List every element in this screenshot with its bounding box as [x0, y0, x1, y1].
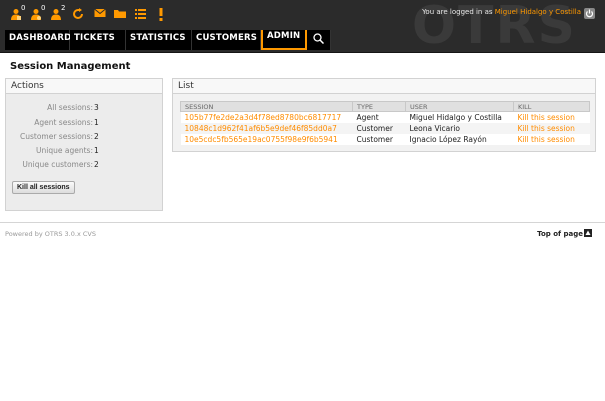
- session-user: Ignacio López Rayón: [405, 133, 514, 145]
- watched-count: 0: [41, 4, 46, 12]
- stat-value: 2: [94, 132, 99, 141]
- nav-customers[interactable]: CUSTOMERS: [192, 30, 261, 50]
- stat-label: All sessions:: [47, 103, 93, 112]
- stat-customer-sessions: Customer sessions: 2: [6, 132, 164, 142]
- stat-label: Unique agents:: [36, 146, 93, 155]
- stat-label: Agent sessions:: [34, 118, 93, 127]
- list-panel-title: List: [173, 79, 595, 94]
- logged-in-user-link[interactable]: Miguel Hidalgo y Costilla: [495, 8, 581, 16]
- mail-icon[interactable]: [92, 5, 110, 25]
- login-prefix: You are logged in as: [422, 8, 493, 16]
- folder-icon[interactable]: [112, 5, 130, 25]
- page-title: Session Management: [10, 61, 131, 72]
- top-of-page-link[interactable]: Top of page: [537, 230, 583, 238]
- stat-label: Customer sessions:: [19, 132, 93, 141]
- locked-tickets-icon[interactable]: 0: [8, 4, 26, 25]
- logout-button[interactable]: [584, 8, 595, 19]
- actions-panel: Actions All sessions: 3 Agent sessions: …: [5, 78, 163, 211]
- table-header-row: SESSION TYPE USER KILL: [180, 101, 590, 112]
- session-type: Customer: [352, 133, 406, 145]
- table-row: 10e5cdc5fb565e19ac0755f98e9f6b5941 Custo…: [180, 133, 590, 145]
- session-user: Miguel Hidalgo y Costilla: [405, 111, 514, 123]
- session-table: SESSION TYPE USER KILL 105b77fe2de2a3d4f…: [180, 101, 590, 145]
- table-row: 10848c1d962f41af6b5e9def46f85dd0a7 Custo…: [180, 122, 590, 134]
- main-navigation: DASHBOARD TICKETS STATISTICS CUSTOMERS A…: [5, 30, 331, 50]
- column-header-type[interactable]: TYPE: [352, 101, 406, 112]
- column-header-kill[interactable]: KILL: [513, 101, 590, 112]
- power-icon: [585, 9, 594, 18]
- stat-value: 3: [94, 103, 99, 112]
- kill-session-link[interactable]: Kill this session: [518, 135, 575, 144]
- column-header-session[interactable]: SESSION: [180, 101, 353, 112]
- kill-session-link[interactable]: Kill this session: [518, 124, 575, 133]
- stat-label: Unique customers:: [22, 160, 93, 169]
- footer-divider: [0, 222, 605, 223]
- nav-tickets[interactable]: TICKETS: [70, 30, 126, 50]
- session-list-panel: List SESSION TYPE USER KILL 105b77fe2de2…: [172, 78, 596, 152]
- stat-value: 1: [94, 146, 99, 155]
- stat-unique-customers: Unique customers: 2: [6, 160, 164, 170]
- session-type: Agent: [352, 111, 406, 123]
- locked-count: 0: [21, 4, 26, 12]
- nav-admin[interactable]: ADMIN: [261, 30, 307, 50]
- session-type: Customer: [352, 122, 406, 134]
- column-header-user[interactable]: USER: [405, 101, 514, 112]
- actions-panel-title: Actions: [6, 79, 162, 94]
- session-user: Leona Vicario: [405, 122, 514, 134]
- nav-dashboard[interactable]: DASHBOARD: [5, 30, 71, 50]
- list-icon[interactable]: [133, 5, 151, 25]
- powered-by-text: Powered by OTRS 3.0.x CVS: [5, 230, 96, 238]
- responsible-tickets-icon[interactable]: 2: [48, 4, 66, 25]
- stat-value: 1: [94, 118, 99, 127]
- nav-search[interactable]: [307, 30, 331, 50]
- session-id-link[interactable]: 105b77fe2de2a3d4f78ed8780bc6817717: [185, 113, 342, 122]
- stat-all-sessions: All sessions: 3: [6, 103, 164, 113]
- stat-unique-agents: Unique agents: 1: [6, 146, 164, 156]
- header: OTRS 0 0 2 You are logged in as Miguel H…: [0, 0, 605, 53]
- search-icon: [313, 33, 324, 44]
- nav-statistics[interactable]: STATISTICS: [126, 30, 192, 50]
- stat-value: 2: [94, 160, 99, 169]
- stat-agent-sessions: Agent sessions: 1: [6, 118, 164, 128]
- escalation-icon[interactable]: [156, 5, 174, 25]
- kill-all-sessions-button[interactable]: Kill all sessions: [12, 181, 75, 194]
- arrow-up-icon[interactable]: [584, 229, 592, 237]
- responsible-count: 2: [61, 4, 66, 12]
- session-id-link[interactable]: 10e5cdc5fb565e19ac0755f98e9f6b5941: [185, 135, 338, 144]
- session-id-link[interactable]: 10848c1d962f41af6b5e9def46f85dd0a7: [185, 124, 337, 133]
- login-info: You are logged in as Miguel Hidalgo y Co…: [422, 8, 581, 16]
- watched-tickets-icon[interactable]: 0: [28, 4, 46, 25]
- table-row: 105b77fe2de2a3d4f78ed8780bc6817717 Agent…: [180, 111, 590, 123]
- kill-session-link[interactable]: Kill this session: [518, 113, 575, 122]
- refresh-icon[interactable]: [70, 5, 88, 25]
